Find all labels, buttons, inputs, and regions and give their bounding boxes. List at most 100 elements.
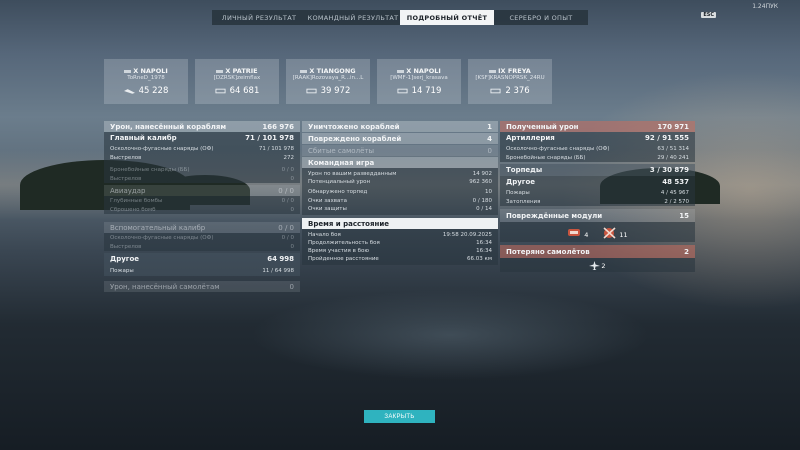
torpedo-tube-module-icon xyxy=(568,228,581,236)
value: 170 971 xyxy=(657,122,689,131)
label: Сброшено бомб xyxy=(110,206,156,213)
damage-dealt-panel: Урон, нанесённый кораблям 166 976 Главный… xyxy=(104,121,300,292)
fires-row: Пожары 4 / 45 967 xyxy=(500,188,695,197)
label: Выстрелов xyxy=(110,154,142,161)
ship-card[interactable]: X PATRIE [DZRSK]zeimflax 64 681 xyxy=(195,59,279,104)
ship-card[interactable]: X NAPOLI [WMF-1]serj_krasava 14 719 xyxy=(377,59,461,104)
time-in-battle-row: Время участия в бою 16:34 xyxy=(302,247,498,255)
he-shells-row: Осколочно-фугасные снаряды (ОФ) 71 / 101 … xyxy=(104,144,300,153)
value: 4 / 45 967 xyxy=(660,189,689,196)
label: Очки защиты xyxy=(308,206,347,212)
gun-turret-module-icon xyxy=(603,226,616,239)
value: 11 / 64 998 xyxy=(262,267,294,274)
label: Вспомогательный калибр xyxy=(110,223,206,232)
plane-damage-header: Урон, нанесённый самолётам 0 xyxy=(104,281,300,292)
close-button[interactable]: ЗАКРЫТЬ xyxy=(364,410,435,423)
results-tabs: ЛИЧНЫЙ РЕЗУЛЬТАТ КОМАНДНЫЙ РЕЗУЛЬТАТ ПОД… xyxy=(212,10,588,25)
secondary-battery-header: Вспомогательный калибр 0 / 0 xyxy=(104,222,300,233)
ship-card[interactable]: IX FREYA [KSF]KRASNOPRSK_24RU 2 376 xyxy=(468,59,552,104)
damage-dealt: 2 376 xyxy=(505,86,530,96)
ship-card[interactable]: X TIANGONG [RAAK]Rozovaya_R...in...L 39 … xyxy=(286,59,370,104)
player-name: [WMF-1]serj_krasava xyxy=(390,75,448,81)
label: Начало боя xyxy=(308,232,341,238)
value: 64 998 xyxy=(267,255,294,263)
label: Пожары xyxy=(110,267,134,274)
label: Время и расстояние xyxy=(308,219,389,228)
label: Торпеды xyxy=(506,166,543,174)
label: Осколочно-фугасные снаряды (ОФ) xyxy=(110,234,214,241)
teamwork-section: Урон по вашим разведданным 14 902 Потенци… xyxy=(302,168,498,215)
airstrike-section: Глубинные бомбы 0 / 0 Сброшено бомб 0 xyxy=(104,196,300,214)
value: 14 902 xyxy=(472,171,492,177)
label: Другое xyxy=(506,178,536,186)
value: 63 / 51 314 xyxy=(657,145,689,152)
label: Другое xyxy=(110,255,140,263)
ship-card[interactable]: X NAPOLI ToRneD_1978 45 228 xyxy=(104,59,188,104)
value: 29 / 40 241 xyxy=(657,154,689,161)
tab-credits-and-xp[interactable]: СЕРЕБРО И ОПЫТ xyxy=(494,10,588,25)
label: Глубинные бомбы xyxy=(110,197,163,204)
torpedoes-spotted-row: Обнаружено торпед 10 xyxy=(302,186,498,197)
label: Продолжительность боя xyxy=(308,240,380,246)
label: Урон по вашим разведданным xyxy=(308,171,397,177)
torpedoes-section: Торпеды 3 / 30 879 xyxy=(500,164,695,176)
defense-points-row: Очки защиты 0 / 14 xyxy=(302,205,498,213)
ship-name-row: IX FREYA xyxy=(468,67,552,75)
value: 0 / 0 xyxy=(281,166,294,173)
label: Полученный урон xyxy=(506,122,579,131)
label: Урон, нанесённый самолётам xyxy=(110,282,220,291)
player-name: [DZRSK]zeimflax xyxy=(213,75,261,81)
label: Бронебойные снаряды (ББ) xyxy=(506,154,586,161)
player-name: [KSF]KRASNOPRSK_24RU xyxy=(475,75,545,81)
esc-key-hint[interactable]: ESC xyxy=(701,12,716,18)
label: Выстрелов xyxy=(110,243,142,250)
nation-flag-icon xyxy=(216,69,224,73)
module-count: 4 xyxy=(567,226,588,239)
value: 962 360 xyxy=(469,179,492,185)
tab-personal-result[interactable]: ЛИЧНЫЙ РЕЗУЛЬТАТ xyxy=(212,10,306,25)
other-received-section: Другое 48 537 Пожары 4 / 45 967 Затопления… xyxy=(500,176,695,206)
label: Пожары xyxy=(506,189,530,196)
value: 3 / 30 879 xyxy=(649,166,689,174)
value: 0 / 0 xyxy=(278,186,294,195)
module-count-value: 4 xyxy=(584,230,589,239)
value: 66.03 км xyxy=(467,256,492,262)
ap-shells-row: Бронебойные снаряды (ББ) 29 / 40 241 xyxy=(500,153,695,162)
main-battery-row: Главный калибр 71 / 101 978 xyxy=(104,132,300,144)
damage-icon xyxy=(215,88,226,94)
tab-detailed-report[interactable]: ПОДРОБНЫЙ ОТЧЁТ xyxy=(400,10,494,25)
module-count-value: 11 xyxy=(619,230,628,239)
label: Командная игра xyxy=(308,158,375,167)
label: Потенциальный урон xyxy=(308,179,371,185)
value: 16:34 xyxy=(476,248,492,254)
damage-row: 39 972 xyxy=(286,86,370,96)
damage-to-ships-header: Урон, нанесённый кораблям 166 976 xyxy=(104,121,300,132)
ships-destroyed-row: Уничтожено кораблей 1 xyxy=(302,121,498,132)
label: Очки захвата xyxy=(308,198,347,204)
value: 0 xyxy=(289,282,294,291)
damage-dealt: 39 972 xyxy=(320,86,351,96)
teamwork-header: Командная игра xyxy=(302,157,498,168)
flooding-row: Затопления 2 / 2 570 xyxy=(500,197,695,206)
value: 48 537 xyxy=(662,178,689,186)
damaged-modules-icons: 4 11 xyxy=(500,222,695,242)
damage-row: 2 376 xyxy=(468,86,552,96)
label: Осколочно-фугасные снаряды (ОФ) xyxy=(110,145,214,152)
value: 0 / 14 xyxy=(476,206,492,212)
capture-points-row: Очки захвата 0 / 180 xyxy=(302,197,498,205)
shots-row: Выстрелов 0 xyxy=(104,174,300,183)
planes-lost-count: 2 xyxy=(589,260,606,270)
value: 166 976 xyxy=(262,122,294,131)
ship-name: X NAPOLI xyxy=(133,67,168,75)
label: Осколочно-фугасные снаряды (ОФ) xyxy=(506,145,610,152)
damage-dealt: 45 228 xyxy=(138,86,169,96)
value: 92 / 91 555 xyxy=(645,134,689,142)
value: 2 / 2 570 xyxy=(664,198,689,205)
fires-row: Пожары 11 / 64 998 xyxy=(104,265,300,276)
value: 19:58 20.09.2025 xyxy=(442,232,492,238)
planes-lost-value: 2 xyxy=(601,261,606,270)
tab-team-result[interactable]: КОМАНДНЫЙ РЕЗУЛЬТАТ xyxy=(306,10,400,25)
damage-dealt: 14 719 xyxy=(411,86,442,96)
damage-row: 45 228 xyxy=(104,86,188,96)
nation-flag-icon xyxy=(300,69,308,73)
